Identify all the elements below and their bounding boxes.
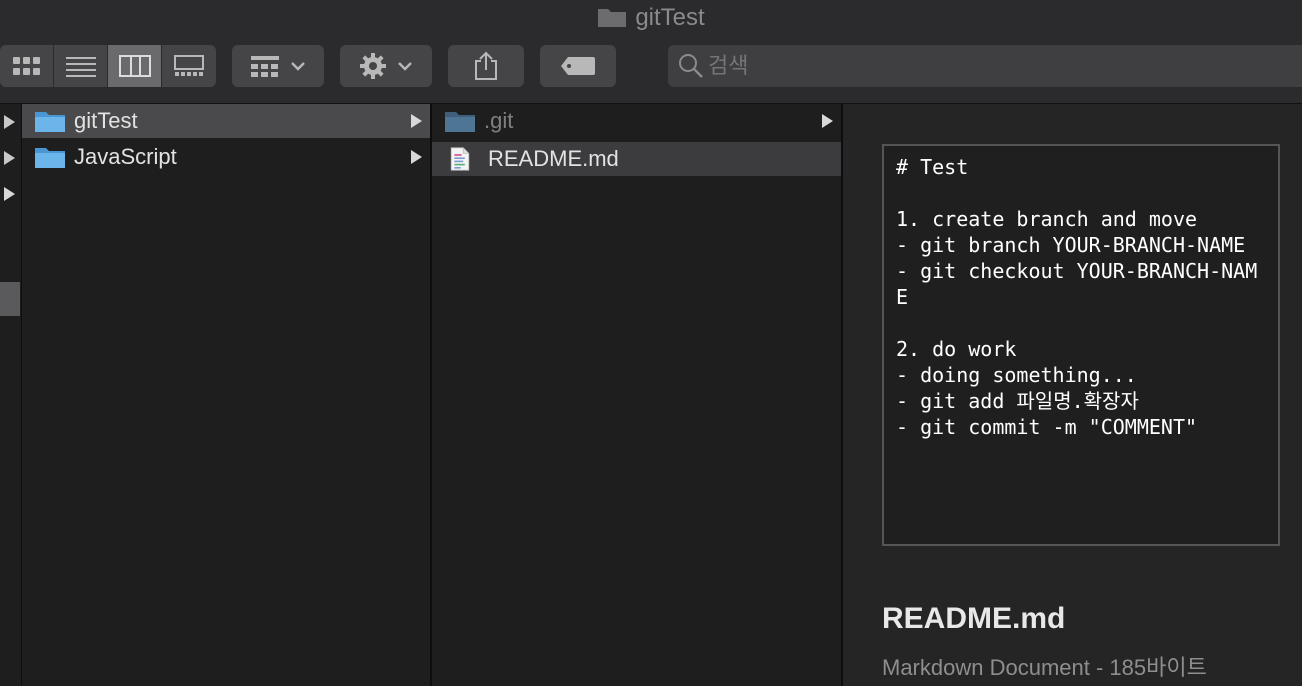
folder-icon xyxy=(35,112,65,132)
browser-column-1: gitTest JavaScript xyxy=(22,104,432,686)
search-input[interactable] xyxy=(708,45,1288,87)
item-name: gitTest xyxy=(74,108,138,133)
preview-text: # Test 1. create branch and move - git b… xyxy=(896,155,1258,439)
folder-icon xyxy=(598,9,627,27)
gallery-icon xyxy=(174,55,204,76)
item-name: README.md xyxy=(488,146,619,171)
disclosure-arrow-icon[interactable] xyxy=(4,115,15,129)
list-item-gitTest[interactable]: gitTest xyxy=(22,104,430,138)
action-menu-button[interactable] xyxy=(340,45,432,87)
folder-icon xyxy=(35,148,65,168)
share-button[interactable] xyxy=(448,45,524,87)
disclosure-arrow-icon[interactable] xyxy=(4,187,15,201)
item-name: JavaScript xyxy=(74,144,177,169)
search-icon xyxy=(679,54,703,78)
grid-icon xyxy=(12,57,40,75)
previous-column-strip xyxy=(0,104,22,686)
file-content-preview: # Test 1. create branch and move - git b… xyxy=(882,144,1280,546)
icon-view-button[interactable] xyxy=(0,45,54,87)
preview-file-name: README.md xyxy=(882,602,1066,635)
item-name: .git xyxy=(484,108,514,133)
chevron-right-icon xyxy=(822,114,833,128)
columns-icon xyxy=(118,55,151,77)
chevron-right-icon xyxy=(411,114,422,128)
group-by-button[interactable] xyxy=(232,45,324,87)
list-item-readme[interactable]: README.md xyxy=(432,142,841,176)
gear-icon xyxy=(360,53,386,79)
window-title: gitTest xyxy=(0,4,1302,32)
chevron-right-icon xyxy=(411,150,422,164)
chevron-down-icon xyxy=(398,62,412,71)
gallery-view-button[interactable] xyxy=(162,45,216,87)
disclosure-arrow-icon[interactable] xyxy=(4,151,15,165)
search-field[interactable] xyxy=(668,45,1302,87)
browser-column-2: .git README.md xyxy=(432,104,843,686)
chevron-down-icon xyxy=(291,62,305,71)
list-icon xyxy=(65,57,96,77)
selected-row-fragment[interactable] xyxy=(0,282,20,316)
preview-pane: # Test 1. create branch and move - git b… xyxy=(843,104,1302,686)
preview-file-info: Markdown Document - 185바이트 xyxy=(882,655,1207,680)
list-item-git-folder[interactable]: .git xyxy=(432,104,841,138)
document-icon xyxy=(450,147,470,171)
share-icon xyxy=(475,51,497,80)
list-view-button[interactable] xyxy=(54,45,108,87)
view-mode-control xyxy=(0,45,216,87)
column-view-button[interactable] xyxy=(108,45,162,87)
list-item-JavaScript[interactable]: JavaScript xyxy=(22,140,430,174)
tag-icon xyxy=(561,57,595,75)
folder-icon xyxy=(445,112,475,132)
window-title-text: gitTest xyxy=(635,4,705,31)
tag-button[interactable] xyxy=(540,45,616,87)
window-toolbar: gitTest xyxy=(0,0,1302,104)
group-icon xyxy=(251,56,279,77)
